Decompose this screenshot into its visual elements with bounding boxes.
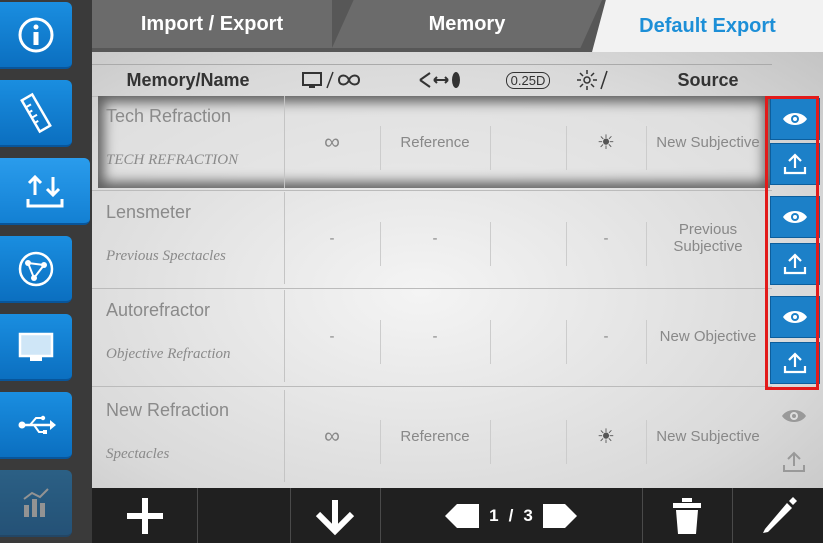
sidebar-network-tab[interactable]	[0, 236, 72, 303]
column-header-step: 0.25D	[498, 64, 558, 96]
network-icon	[18, 251, 54, 286]
pencil-icon	[762, 496, 797, 533]
row-source: New Objective	[659, 327, 757, 345]
sidebar-usb-tab[interactable]	[0, 392, 72, 459]
row-subtitle: Previous Spectacles	[106, 248, 226, 264]
row-reference: Reference	[400, 133, 470, 151]
table-row[interactable]: Tech Refraction TECH REFRACTION ∞ Refere…	[98, 96, 770, 188]
step-badge: 0.25D	[505, 71, 551, 89]
tab-bar: Import / Export Memory Default Export	[92, 0, 823, 52]
transfer-icon	[26, 174, 64, 207]
sidebar-import-export-tab[interactable]	[0, 158, 90, 225]
row-name: New Refraction	[106, 400, 230, 420]
row-line	[92, 288, 772, 289]
column-header-source: Source	[677, 69, 739, 90]
tab-label: Memory	[428, 12, 506, 35]
ruler-icon	[20, 92, 52, 133]
row-view-button[interactable]	[770, 396, 818, 436]
row-source: New Subjective	[656, 133, 760, 151]
row-subtitle: Spectacles	[106, 446, 170, 462]
empty-toolbar-slot	[197, 488, 291, 543]
row-extra	[490, 290, 566, 382]
row-export-button[interactable]	[770, 442, 818, 482]
prev-page-icon[interactable]	[443, 502, 480, 530]
delete-button[interactable]	[642, 488, 733, 543]
memory-table: Memory/Name 0.25D Source Tech Refraction…	[92, 52, 823, 488]
chart-icon	[23, 487, 49, 517]
plus-icon	[126, 497, 163, 534]
eye-icon	[782, 410, 806, 422]
upload-icon	[783, 451, 805, 472]
tab-label: Default Export	[639, 14, 776, 37]
row-name: Tech Refraction	[106, 106, 232, 126]
page-current: 1	[489, 505, 499, 525]
row-subtitle: Objective Refraction	[106, 346, 231, 362]
row-reference: Reference	[400, 427, 470, 445]
column-header-lighting	[568, 64, 638, 96]
row-light: -	[603, 327, 609, 345]
sidebar-info-tab[interactable]	[0, 2, 72, 69]
monitor-infinity-icon	[302, 71, 361, 89]
usb-icon	[18, 415, 56, 434]
row-extra	[490, 390, 566, 482]
row-extra	[490, 96, 566, 188]
row-reference: -	[432, 327, 438, 345]
eye-distance-icon	[419, 72, 460, 88]
row-source: New Subjective	[656, 427, 760, 445]
row-light: -	[603, 229, 609, 247]
row-subtitle: TECH REFRACTION	[106, 152, 239, 168]
row-extra	[490, 192, 566, 284]
table-header: Memory/Name 0.25D Source	[92, 64, 772, 96]
monitor-icon	[18, 332, 54, 361]
sidebar-ruler-tab[interactable]	[0, 80, 72, 147]
bottom-toolbar: 1 / 3	[92, 488, 823, 543]
pagination: 1 / 3	[380, 488, 643, 543]
column-header-distance	[282, 64, 382, 96]
row-distance: ∞	[324, 423, 340, 448]
tab-memory[interactable]: Memory	[332, 0, 602, 48]
table-row[interactable]: New Refraction Spectacles ∞ Reference ☀ …	[98, 390, 770, 482]
table-row[interactable]: Autorefractor Objective Refraction - - -…	[98, 290, 770, 382]
tab-import-export[interactable]: Import / Export	[92, 0, 332, 48]
row-name: Lensmeter	[106, 202, 192, 222]
column-header-name: Memory/Name	[126, 69, 250, 90]
arrow-down-icon	[315, 499, 355, 535]
sidebar-display-tab[interactable]	[0, 314, 72, 381]
row-distance: -	[329, 327, 335, 345]
row-distance: -	[329, 229, 335, 247]
row-light: ☀	[597, 131, 615, 154]
row-source: Previous Subjective	[673, 221, 743, 255]
next-page-icon[interactable]	[542, 502, 579, 530]
row-line	[92, 190, 772, 191]
tab-label: Import / Export	[140, 12, 284, 35]
page-separator: /	[508, 505, 514, 525]
sidebar-statistics-tab[interactable]	[0, 470, 72, 537]
sidebar	[0, 0, 92, 543]
row-reference: -	[432, 229, 438, 247]
row-distance: ∞	[324, 129, 340, 154]
add-button[interactable]	[92, 488, 198, 543]
row-light: ☀	[597, 425, 615, 448]
row-line	[92, 386, 772, 387]
table-row[interactable]: Lensmeter Previous Spectacles - - - Prev…	[98, 192, 770, 284]
row-name: Autorefractor	[106, 300, 211, 320]
tab-default-export[interactable]: Default Export	[592, 0, 823, 52]
info-icon	[18, 17, 54, 52]
column-header-reference	[388, 64, 494, 96]
day-night-icon	[577, 70, 625, 90]
page-total: 3	[523, 505, 533, 525]
edit-button[interactable]	[732, 488, 823, 543]
move-down-button[interactable]	[290, 488, 381, 543]
highlight-frame	[765, 96, 819, 390]
trash-icon	[673, 497, 701, 534]
